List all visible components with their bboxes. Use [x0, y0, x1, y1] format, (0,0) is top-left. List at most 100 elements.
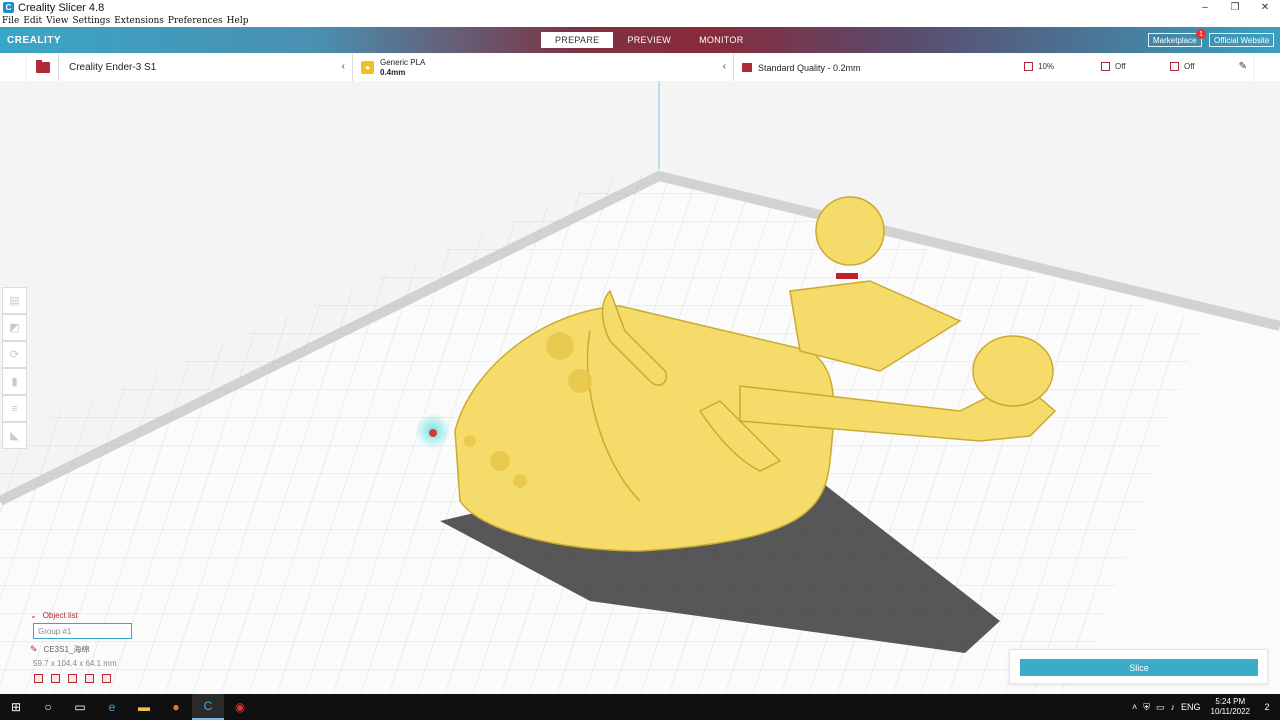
- file-explorer-icon[interactable]: ▬: [128, 694, 160, 720]
- chevron-down-icon: ⌄: [30, 611, 37, 620]
- volume-icon[interactable]: ♪: [1171, 702, 1176, 712]
- menu-file[interactable]: File: [2, 16, 19, 26]
- menu-preferences[interactable]: Preferences: [168, 16, 223, 26]
- object-file-row[interactable]: ✎ CE3S1_海绵: [30, 644, 170, 655]
- layout-icon[interactable]: [51, 674, 60, 683]
- stage-tabs: PREPARE PREVIEW MONITOR: [541, 32, 758, 48]
- copy-icon[interactable]: [68, 674, 77, 683]
- support-setting: Off: [1101, 62, 1126, 71]
- menu-view[interactable]: View: [46, 16, 68, 26]
- object-list-panel: ⌄ Object list Group #1 ✎ CE3S1_海绵 59.7 x…: [30, 611, 170, 683]
- mirror-icon: ▮: [11, 376, 18, 388]
- move-icon: ▤: [9, 295, 20, 307]
- group-name-field[interactable]: Group #1: [33, 623, 132, 639]
- notifications-icon[interactable]: 2: [1260, 700, 1274, 714]
- tab-monitor[interactable]: MONITOR: [685, 32, 757, 48]
- nozzle-size: 0.4mm: [380, 67, 406, 77]
- quality-profile: Standard Quality - 0.2mm: [758, 62, 861, 73]
- support-blocker-button[interactable]: ◣: [2, 422, 27, 449]
- pencil-icon: ✎: [30, 644, 38, 654]
- infill-setting: 10%: [1024, 62, 1054, 71]
- rotate-icon: ⟳: [9, 349, 20, 361]
- search-icon[interactable]: ○: [32, 694, 64, 720]
- chevron-up-icon[interactable]: ˄: [1132, 702, 1137, 712]
- build-plate-scene: [0, 81, 1280, 694]
- tab-prepare[interactable]: PREPARE: [541, 32, 614, 48]
- chevron-left-icon: ‹: [341, 61, 345, 72]
- creality-app-icon: C: [3, 2, 14, 13]
- windows-taskbar: ⊞ ○ ▭ e ▬ ● C ◉ ˄ ⛨ ▭ ♪ ENG 5:24 PM 10/1…: [0, 694, 1280, 720]
- extruder-icon: ●: [361, 61, 374, 74]
- window-titlebar: C Creality Slicer 4.8 – ❐ ✕: [0, 0, 1280, 15]
- infill-icon: [1024, 62, 1033, 71]
- object-file-name: CE3S1_海绵: [43, 645, 90, 654]
- per-model-settings-button[interactable]: ≡: [2, 395, 27, 422]
- slice-panel: Slice: [1009, 649, 1268, 684]
- window-title: Creality Slicer 4.8: [18, 1, 105, 14]
- object-list-title: Object list: [42, 611, 78, 620]
- material-name: Generic PLA: [380, 57, 426, 67]
- menu-bar: File Edit View Settings Extensions Prefe…: [0, 15, 1280, 27]
- menu-edit[interactable]: Edit: [23, 16, 42, 26]
- mirror-tool-button[interactable]: ▮: [2, 368, 27, 395]
- printer-name: Creality Ender-3 S1: [69, 62, 157, 73]
- app-header: CREALITY PREPARE PREVIEW MONITOR Marketp…: [0, 27, 1280, 53]
- task-view-icon[interactable]: ▭: [64, 694, 96, 720]
- system-tray: ˄ ⛨ ▭ ♪ ENG 5:24 PM 10/11/2022 2: [1132, 694, 1280, 720]
- left-toolbar: ▤ ◩ ⟳ ▮ ≡ ◣: [2, 287, 27, 449]
- language-indicator[interactable]: ENG: [1181, 702, 1201, 712]
- network-icon[interactable]: ▭: [1156, 702, 1165, 713]
- adhesion-value: Off: [1184, 62, 1195, 71]
- clock[interactable]: 5:24 PM 10/11/2022: [1211, 697, 1250, 717]
- record-icon[interactable]: ◉: [224, 694, 256, 720]
- print-settings-selector[interactable]: Standard Quality - 0.2mm 10% Off Off ✎: [734, 54, 1253, 81]
- menu-extensions[interactable]: Extensions: [114, 16, 164, 26]
- scale-icon: ◩: [9, 322, 20, 334]
- support-icon: [1101, 62, 1110, 71]
- adhesion-icon: [1170, 62, 1179, 71]
- menu-settings[interactable]: Settings: [72, 16, 110, 26]
- object-list-header[interactable]: ⌄ Object list: [30, 611, 170, 620]
- firefox-icon[interactable]: ●: [160, 694, 192, 720]
- windows-start-icon[interactable]: ⊞: [0, 694, 32, 720]
- infill-value: 10%: [1038, 62, 1055, 71]
- official-website-button[interactable]: Official Website: [1209, 33, 1275, 47]
- material-selector[interactable]: ● Generic PLA 0.4mm ‹: [353, 54, 734, 81]
- object-dimensions: 59.7 x 104.4 x 64.1 mm: [33, 659, 117, 668]
- menu-help[interactable]: Help: [227, 16, 249, 26]
- cursor-dot: [429, 429, 437, 437]
- window-controls: – ❐ ✕: [1190, 0, 1280, 15]
- per-model-settings-icon: ≡: [11, 402, 18, 415]
- shield-icon[interactable]: ⛨: [1143, 702, 1150, 713]
- settings-icon[interactable]: [102, 674, 111, 683]
- creality-slicer-taskbar-icon[interactable]: C: [192, 694, 224, 720]
- creality-logo: CREALITY: [7, 35, 61, 46]
- duplicate-icon[interactable]: [85, 674, 94, 683]
- edge-browser-icon[interactable]: e: [96, 694, 128, 720]
- close-button[interactable]: ✕: [1250, 0, 1280, 15]
- chevron-left-icon: ‹: [722, 61, 726, 72]
- scale-tool-button[interactable]: ◩: [2, 314, 27, 341]
- rotate-tool-button[interactable]: ⟳: [2, 341, 27, 368]
- adhesion-setting: Off: [1170, 62, 1195, 71]
- cube-icon[interactable]: [34, 674, 43, 683]
- slice-button[interactable]: Slice: [1020, 659, 1258, 676]
- clock-date: 10/11/2022: [1210, 707, 1250, 716]
- move-tool-button[interactable]: ▤: [2, 287, 27, 314]
- 3d-viewport[interactable]: ▤ ◩ ⟳ ▮ ≡ ◣ ⌄ Object list Group #1 ✎ CE3…: [0, 81, 1280, 694]
- printer-selector[interactable]: Creality Ender-3 S1 ‹: [59, 54, 353, 81]
- marketplace-button[interactable]: Marketplace: [1148, 33, 1202, 47]
- support-blocker-icon: ◣: [10, 430, 19, 442]
- quality-profile-icon: [742, 63, 752, 72]
- model-red-band: [836, 273, 858, 279]
- tab-preview[interactable]: PREVIEW: [613, 32, 685, 48]
- object-actions: [34, 674, 170, 683]
- maximize-button[interactable]: ❐: [1220, 0, 1250, 15]
- minimize-button[interactable]: –: [1190, 0, 1220, 15]
- support-value: Off: [1115, 62, 1126, 71]
- open-file-button[interactable]: [27, 54, 59, 81]
- clock-time: 5:24 PM: [1215, 697, 1246, 706]
- marketplace-notification-badge: 1: [1196, 29, 1206, 39]
- pencil-icon[interactable]: ✎: [1239, 61, 1247, 72]
- settings-toolbar: Creality Ender-3 S1 ‹ ● Generic PLA 0.4m…: [27, 54, 1253, 81]
